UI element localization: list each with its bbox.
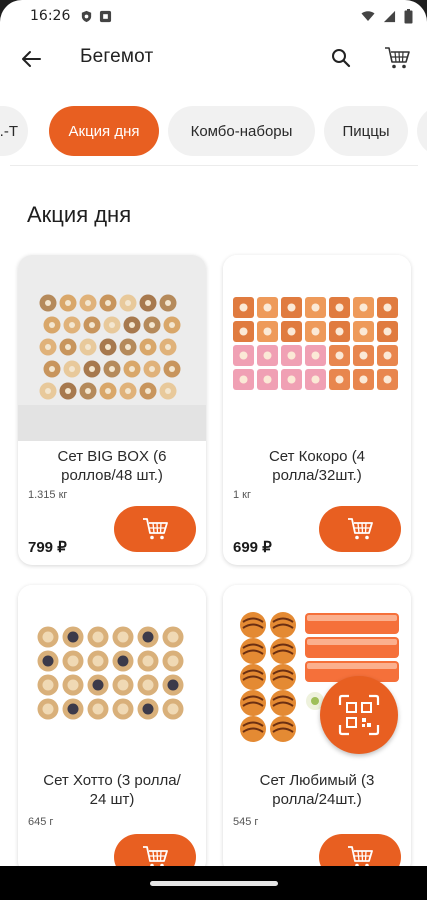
system-navigation-bar xyxy=(0,866,427,900)
search-icon xyxy=(332,49,351,68)
product-card[interactable]: Сет BIG BOX (6 роллов/48 шт.) 1.315 кг 7… xyxy=(18,255,206,565)
tab-label: Акция дня xyxy=(68,122,140,140)
divider xyxy=(10,165,418,166)
battery-icon xyxy=(404,8,413,23)
product-name-line: 24 шт) xyxy=(89,791,135,808)
category-tabs: ...-Т Акция дня Комбо-наборы Пиццы xyxy=(0,106,427,156)
phone-screen: 16:26 Бегемот ...-Т Акция дня Комбо-набо… xyxy=(0,0,427,900)
product-card[interactable]: Сет Хотто (3 ролла/ 24 шт) 645 г xyxy=(18,585,206,875)
qr-scan-icon xyxy=(338,694,380,736)
tab-akciya-dnya[interactable]: Акция дня xyxy=(49,106,159,156)
product-name-line: Сет Любимый (3 xyxy=(259,772,375,789)
tab-category-partial[interactable]: ...-Т xyxy=(0,106,28,156)
arrow-left-icon xyxy=(22,51,41,67)
back-button[interactable] xyxy=(16,44,46,74)
signal-icon xyxy=(383,10,396,22)
product-price: 799 ₽ xyxy=(28,539,67,556)
tab-kombo-nabory[interactable]: Комбо-наборы xyxy=(168,106,315,156)
product-name-line: Сет Хотто (3 ролла/ xyxy=(43,772,181,789)
app-bar: Бегемот xyxy=(0,32,427,84)
product-name-line: Сет Кокоро (4 xyxy=(268,448,366,465)
product-name-line: роллов/48 шт.) xyxy=(61,467,163,484)
product-name: Сет BIG BOX (6 роллов/48 шт.) xyxy=(26,447,198,485)
status-bar: 16:26 xyxy=(0,0,427,32)
cart-icon xyxy=(385,47,410,69)
status-time: 16:26 xyxy=(30,8,71,24)
cart-add-icon xyxy=(348,518,373,540)
tab-label: Пиццы xyxy=(342,122,390,140)
product-name-line: ролла/24шт.) xyxy=(272,791,362,808)
cart-button[interactable] xyxy=(381,43,413,73)
tab-category-next[interactable] xyxy=(417,106,427,156)
product-weight: 1 кг xyxy=(233,489,251,501)
section-title: Акция дня xyxy=(27,202,132,227)
product-image xyxy=(223,255,411,441)
home-gesture-handle[interactable] xyxy=(150,881,278,886)
product-price: 699 ₽ xyxy=(233,539,272,556)
product-card[interactable]: Сет Кокоро (4 ролла/32шт.) 1 кг 699 ₽ xyxy=(223,255,411,565)
product-image xyxy=(18,585,206,771)
cart-add-icon xyxy=(143,518,168,540)
qr-scan-button[interactable] xyxy=(320,676,398,754)
app-notification-icon xyxy=(100,10,112,22)
tab-label: Комбо-наборы xyxy=(190,122,293,140)
wifi-icon xyxy=(361,11,375,21)
product-name: Сет Хотто (3 ролла/ 24 шт) xyxy=(26,771,198,809)
product-name-line: Сет BIG BOX (6 xyxy=(57,448,167,465)
product-name: Сет Кокоро (4 ролла/32шт.) xyxy=(231,447,403,485)
add-to-cart-button[interactable] xyxy=(114,506,196,552)
page-title: Бегемот xyxy=(80,46,154,67)
product-weight: 645 г xyxy=(28,816,54,828)
product-weight: 545 г xyxy=(233,816,259,828)
search-button[interactable] xyxy=(326,43,356,73)
product-image xyxy=(18,255,206,441)
tab-piccy[interactable]: Пиццы xyxy=(324,106,408,156)
add-to-cart-button[interactable] xyxy=(319,506,401,552)
tab-label: ...-Т xyxy=(0,122,18,140)
product-weight: 1.315 кг xyxy=(28,489,68,501)
shield-notification-icon xyxy=(82,10,92,22)
product-name-line: ролла/32шт.) xyxy=(272,467,362,484)
product-name: Сет Любимый (3 ролла/24шт.) xyxy=(231,771,403,809)
